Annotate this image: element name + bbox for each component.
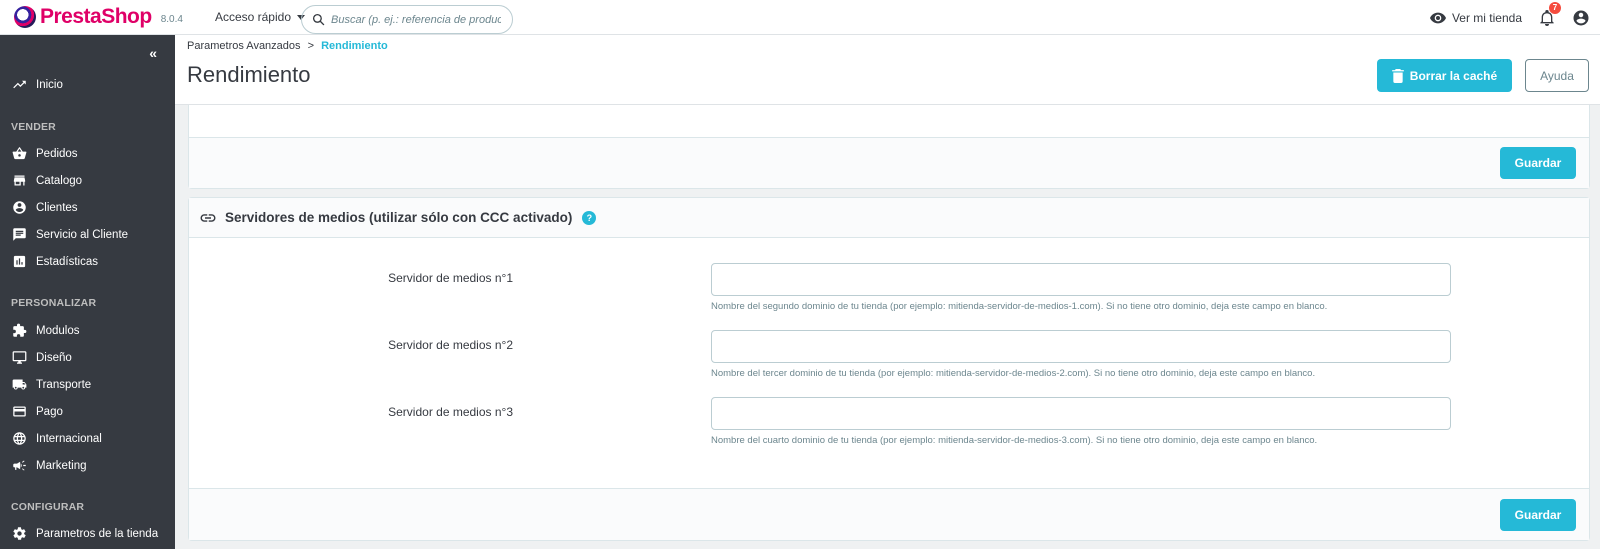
account-circle-icon: [1573, 10, 1589, 25]
collapse-sidebar-button[interactable]: «: [149, 45, 157, 61]
help-icon[interactable]: ?: [582, 210, 597, 225]
view-store-label: Ver mi tienda: [1451, 10, 1522, 25]
sidebar-section-vender: VENDER: [11, 121, 56, 133]
clear-cache-label: Borrar la caché: [1409, 68, 1498, 83]
sidebar-item-diseno[interactable]: Diseño: [12, 350, 72, 365]
sidebar-item-internacional[interactable]: Internacional: [12, 431, 102, 446]
brand-name: PrestaShop: [40, 5, 152, 28]
trending-up-icon: [13, 80, 26, 89]
sidebar-item-marketing[interactable]: Marketing: [12, 458, 87, 473]
panel-heading: Servidores de medios (utilizar sólo con …: [189, 198, 1589, 238]
user-account-button[interactable]: [1572, 9, 1590, 27]
field-label: Servidor de medios n°1: [388, 271, 513, 285]
shopping-basket-icon: [12, 147, 27, 160]
sidebar-item-label: Modulos: [36, 324, 80, 337]
prestashop-logo-icon: [14, 6, 36, 28]
media-server-3-input[interactable]: [711, 397, 1451, 430]
sidebar-section-configurar: CONFIGURAR: [11, 501, 85, 513]
sidebar-item-label: Clientes: [36, 201, 78, 214]
truck-icon: [12, 379, 27, 390]
store-icon: [13, 175, 26, 186]
sidebar-item-label: Inicio: [36, 78, 63, 91]
sidebar-item-label: Internacional: [36, 432, 102, 445]
chat-icon: [13, 228, 26, 241]
sidebar-item-label: Pedidos: [36, 147, 78, 160]
link-icon: [200, 213, 216, 222]
sidebar-item-estadisticas[interactable]: Estadísticas: [12, 254, 98, 269]
prestashop-logo[interactable]: PrestaShop: [14, 5, 152, 29]
sidebar-item-modulos[interactable]: Modulos: [12, 323, 79, 338]
breadcrumb: Parametros Avanzados > Rendimiento: [187, 40, 388, 52]
version-label: 8.0.4: [160, 13, 183, 25]
field-label: Servidor de medios n°2: [388, 338, 513, 352]
sidebar-item-clientes[interactable]: Clientes: [12, 200, 78, 215]
clear-cache-button[interactable]: Borrar la caché: [1377, 59, 1512, 92]
sidebar-item-pago[interactable]: Pago: [12, 404, 63, 419]
search-input[interactable]: [331, 13, 501, 26]
sidebar-item-label: Estadísticas: [36, 255, 98, 268]
sidebar-item-transporte[interactable]: Transporte: [12, 377, 91, 392]
save-button[interactable]: Guardar: [1500, 147, 1576, 179]
search-box[interactable]: [301, 5, 513, 34]
field-help-text: Nombre del segundo dominio de tu tienda …: [711, 301, 1328, 312]
field-help-text: Nombre del cuarto dominio de tu tienda (…: [711, 435, 1318, 446]
view-store-link[interactable]: Ver mi tienda: [1429, 10, 1522, 25]
notifications-badge: 7: [1549, 1, 1561, 14]
breadcrumb-separator: >: [307, 40, 315, 52]
search-icon: [312, 13, 325, 26]
megaphone-icon: [13, 460, 26, 471]
sidebar-item-label: Diseño: [36, 351, 72, 364]
sidebar-item-parametros-tienda[interactable]: Parametros de la tienda: [12, 526, 158, 541]
sidebar-item-label: Parametros de la tienda: [36, 527, 159, 540]
media-servers-panel: Servidores de medios (utilizar sólo con …: [188, 197, 1590, 541]
field-label: Servidor de medios n°3: [388, 405, 513, 419]
quick-access-dropdown[interactable]: Acceso rápido: [215, 10, 305, 24]
sidebar-item-label: Catalogo: [36, 174, 83, 187]
bar-chart-icon: [13, 255, 26, 268]
media-server-1-input[interactable]: [711, 263, 1451, 296]
media-server-2-input[interactable]: [711, 330, 1451, 363]
page-title: Rendimiento: [187, 62, 311, 87]
globe-icon: [13, 432, 26, 445]
sidebar: « Inicio VENDER Pedidos Catalogo Cliente…: [0, 35, 175, 549]
sidebar-item-pedidos[interactable]: Pedidos: [12, 146, 78, 161]
panel-footer: Guardar: [189, 137, 1589, 188]
panel-footer: Guardar: [189, 488, 1589, 540]
notifications-button[interactable]: 7: [1540, 1, 1561, 26]
trash-icon: [1391, 68, 1404, 83]
sidebar-item-inicio[interactable]: Inicio: [12, 77, 63, 92]
field-help-text: Nombre del tercer dominio de tu tienda (…: [711, 368, 1316, 379]
eye-icon: [1429, 12, 1446, 23]
sidebar-section-personalizar: PERSONALIZAR: [11, 297, 97, 309]
page-header: Parametros Avanzados > Rendimiento Rendi…: [175, 35, 1600, 105]
sidebar-item-label: Pago: [36, 405, 63, 418]
settings-panel-previous: Guardar: [188, 105, 1590, 189]
sidebar-item-servicio-cliente[interactable]: Servicio al Cliente: [12, 227, 128, 242]
breadcrumb-current[interactable]: Rendimiento: [321, 40, 388, 52]
credit-card-icon: [13, 406, 26, 417]
account-circle-icon: [13, 201, 26, 214]
quick-access-label: Acceso rápido: [214, 10, 291, 24]
sidebar-item-label: Marketing: [36, 459, 87, 472]
help-button[interactable]: Ayuda: [1525, 59, 1589, 92]
sidebar-item-catalogo[interactable]: Catalogo: [12, 173, 82, 188]
sidebar-item-label: Transporte: [36, 378, 92, 391]
breadcrumb-parent-link[interactable]: Parametros Avanzados: [187, 40, 301, 52]
puzzle-icon: [13, 323, 27, 337]
sidebar-item-label: Servicio al Cliente: [36, 228, 129, 241]
gear-icon: [13, 527, 26, 540]
desktop-icon: [12, 351, 27, 364]
panel-title: Servidores de medios (utilizar sólo con …: [225, 210, 573, 225]
top-header: PrestaShop 8.0.4 Acceso rápido Ver mi ti…: [0, 0, 1600, 35]
save-button[interactable]: Guardar: [1500, 499, 1576, 531]
